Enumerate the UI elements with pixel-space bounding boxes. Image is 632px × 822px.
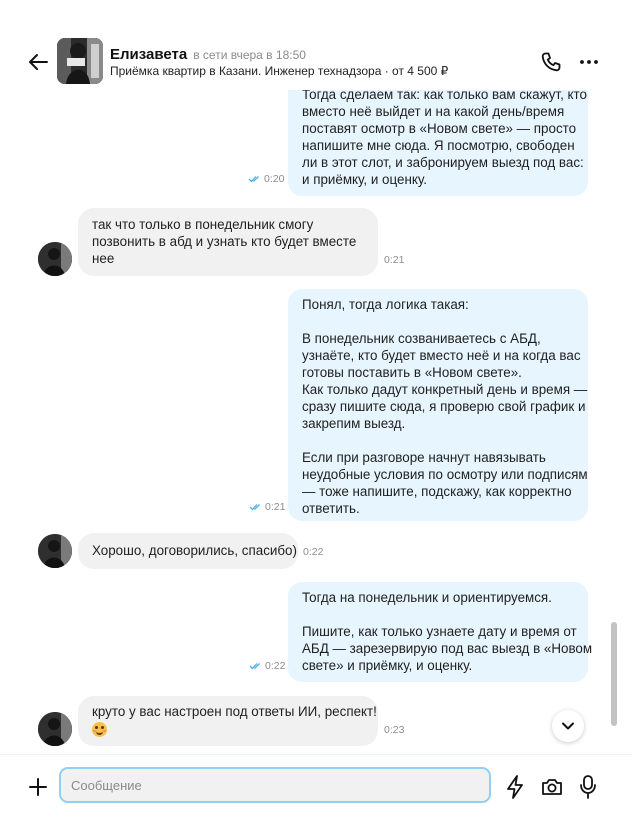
message-time: 0:23	[384, 724, 405, 736]
message-time: 0:22	[303, 546, 324, 558]
message-text-line: свете» и приёмку, и оценку.	[302, 658, 473, 673]
message-text-line: готовы поставить в «Новом свете».	[302, 365, 522, 380]
lightning-icon	[507, 775, 523, 799]
online-status: в сети вчера в 18:50	[193, 48, 306, 62]
message-input-wrapper	[59, 767, 491, 803]
message-text-line: вместо неё выйдет и на какой день/время	[302, 104, 565, 119]
message-text-line: ли в этот слот, и забронируем выезд под …	[302, 155, 584, 170]
message-text-line: так что только в понедельник смогу	[92, 217, 314, 232]
chat-window: Елизавета в сети вчера в 18:50 Приёмка к…	[0, 0, 632, 822]
chat-header: Елизавета в сети вчера в 18:50 Приёмка к…	[0, 0, 632, 90]
avatar-photo	[57, 38, 103, 84]
scrollbar-thumb[interactable]	[611, 622, 617, 726]
sender-avatar[interactable]	[38, 534, 72, 568]
camera-icon	[542, 779, 562, 795]
message-text-line: позвонить в абд и узнать кто будет вмест…	[92, 234, 357, 249]
contact-name[interactable]: Елизавета	[110, 46, 187, 63]
message-text-line: узнаёте, кто будет вместо неё и на когда…	[302, 348, 581, 363]
message-text-line: В понедельник созваниваетесь с АБД,	[302, 331, 541, 346]
message-text-line: закрепим выезд.	[302, 416, 406, 431]
plus-icon	[29, 778, 47, 796]
message-text-line: поставят осмотр в «Новом свете» — просто	[302, 121, 577, 136]
read-checkmarks-icon	[249, 504, 260, 511]
message-emoji-line	[92, 720, 364, 737]
read-checkmarks-icon	[249, 663, 260, 670]
ad-subtitle[interactable]: Приёмка квартир в Казани. Инженер технад…	[110, 64, 448, 78]
message-incoming[interactable]: круто у вас настроен под ответы ИИ, респ…	[78, 696, 378, 746]
message-time: 0:21	[384, 254, 405, 266]
arrow-left-icon	[29, 54, 48, 70]
contact-name-row: Елизавета в сети вчера в 18:50	[110, 46, 306, 66]
sender-avatar[interactable]	[38, 242, 72, 276]
message-text-line: Тогда на понедельник и ориентируемся.	[302, 590, 552, 605]
message-text-line: Как только дадут конкретный день и время…	[302, 382, 588, 397]
message-composer	[0, 754, 632, 822]
avatar-photo	[38, 242, 72, 276]
phone-icon	[541, 52, 561, 72]
message-text-line: и приёмку, и оценку.	[302, 172, 427, 187]
message-incoming[interactable]: Хорошо, договорились, спасибо)	[78, 533, 298, 569]
contact-avatar[interactable]	[57, 38, 103, 84]
back-button[interactable]	[24, 50, 52, 74]
message-list[interactable]: Тогда сделаем так: как только вам скажут…	[0, 90, 608, 754]
message-text-line: ответить.	[302, 501, 360, 516]
microphone-icon	[580, 775, 596, 799]
smiling-face-icon	[92, 721, 107, 737]
camera-button[interactable]	[540, 775, 564, 799]
attach-button[interactable]	[26, 775, 50, 799]
quick-replies-button[interactable]	[503, 774, 527, 800]
message-text-line: Понял, тогда логика такая:	[302, 297, 469, 312]
message-text-line: напишите мне сюда. Я посмотрю, свободен	[302, 138, 575, 153]
message-outgoing[interactable]: Тогда сделаем так: как только вам скажут…	[288, 90, 588, 196]
message-text-line: Хорошо, договорились, спасибо)	[92, 543, 297, 558]
avatar-photo	[38, 534, 72, 568]
message-outgoing[interactable]: Понял, тогда логика такая: В понедельник…	[288, 289, 588, 521]
more-dots-icon	[580, 60, 598, 64]
scroll-to-bottom-button[interactable]	[552, 710, 584, 742]
voice-message-button[interactable]	[578, 774, 598, 800]
message-time: 0:21	[265, 501, 286, 513]
message-text-line: неудобные условия по осмотру или подпися…	[302, 467, 588, 482]
more-options-button[interactable]	[577, 50, 601, 74]
message-input[interactable]	[61, 769, 489, 801]
read-checkmarks-icon	[248, 176, 259, 183]
message-time: 0:22	[265, 660, 286, 672]
message-text-line: АБД — зарезервирую под вас выезд в «Ново…	[302, 641, 593, 656]
message-text-line: — тоже напишите, подскажу, как корректно	[302, 484, 572, 499]
message-text-line: нее	[92, 251, 115, 266]
message-outgoing[interactable]: Тогда на понедельник и ориентируемся. Пи…	[288, 582, 593, 682]
message-text-line: сразу пишите сюда, я проверю свой график…	[302, 399, 586, 414]
message-text-line: Если при разговоре начнут навязывать	[302, 450, 546, 465]
message-incoming[interactable]: так что только в понедельник смогу позво…	[78, 208, 378, 276]
chevron-down-icon	[562, 722, 574, 730]
message-text-line: Тогда сделаем так: как только вам скажут…	[302, 90, 587, 102]
message-text-line: Пишите, как только узнаете дату и время …	[302, 624, 577, 639]
avatar-photo	[38, 712, 72, 746]
call-button[interactable]	[539, 50, 563, 74]
message-time: 0:20	[264, 173, 285, 185]
sender-avatar[interactable]	[38, 712, 72, 746]
message-text-line: круто у вас настроен под ответы ИИ, респ…	[92, 704, 377, 719]
